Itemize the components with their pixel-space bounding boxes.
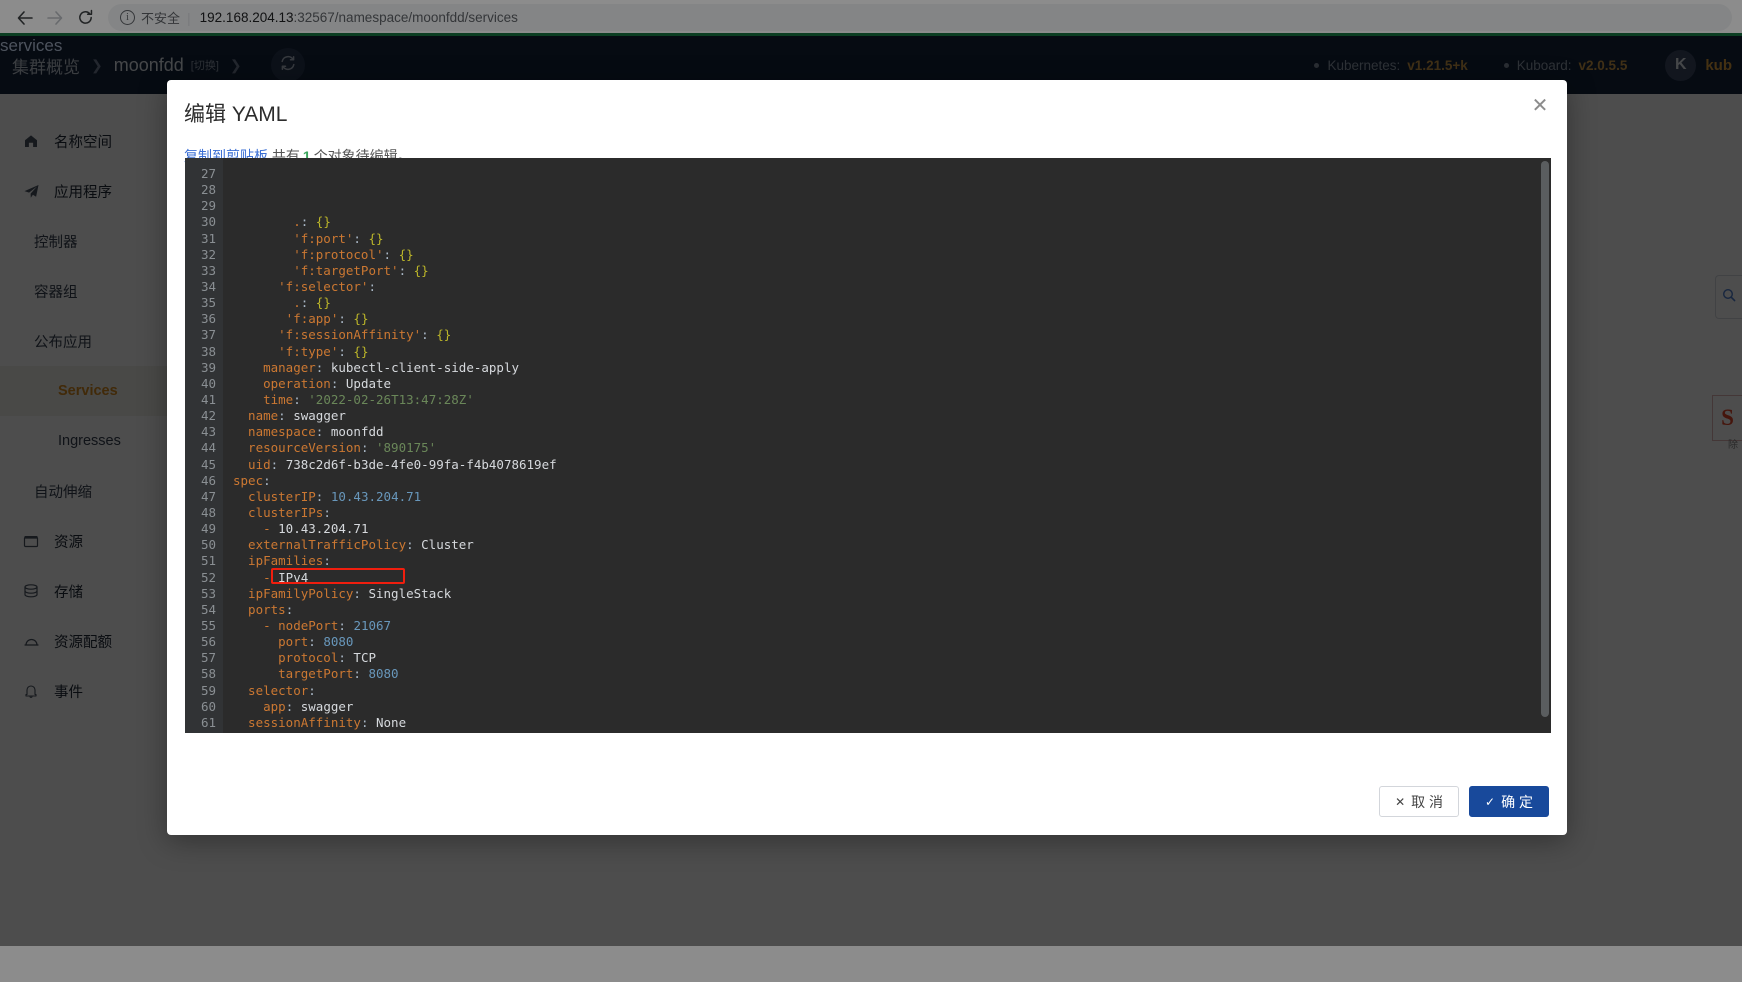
- line-number: 58: [200, 666, 216, 682]
- line-number: 37: [200, 327, 216, 343]
- line-number: 29: [200, 198, 216, 214]
- code-line: .: {}: [233, 295, 331, 311]
- dialog-footer: ✕ 取 消 ✓ 确 定: [1379, 786, 1549, 817]
- line-number: 46: [200, 472, 216, 488]
- code-line: uid: 738c2d6f-b3de-4fe0-99fa-f4b4078619e…: [233, 456, 557, 472]
- code-line: ipFamilies:: [233, 553, 331, 569]
- line-number: 36: [200, 311, 216, 327]
- line-number: 28: [200, 182, 216, 198]
- line-number: 53: [200, 585, 216, 601]
- line-number: 56: [200, 634, 216, 650]
- code-line: - IPv4: [233, 569, 309, 585]
- code-line: time: '2022-02-26T13:47:28Z': [233, 392, 474, 408]
- code-line: name: swagger: [233, 408, 346, 424]
- confirm-check-icon: ✓: [1485, 794, 1496, 809]
- line-number: 51: [200, 553, 216, 569]
- line-number: 44: [200, 440, 216, 456]
- line-number: 50: [200, 537, 216, 553]
- line-number: 35: [200, 295, 216, 311]
- line-number: 52: [200, 569, 216, 585]
- dialog-title: 编辑 YAML: [184, 103, 288, 126]
- code-line: spec:: [233, 472, 271, 488]
- line-number: 30: [200, 214, 216, 230]
- line-number: 43: [200, 424, 216, 440]
- code-line: operation: Update: [233, 375, 392, 391]
- editor-scrollbar-thumb[interactable]: [1541, 161, 1549, 717]
- yaml-code-content[interactable]: .: {} 'f:port': {} 'f:protocol': {} 'f:t…: [223, 158, 1551, 733]
- code-line: clusterIPs:: [233, 505, 331, 520]
- code-line: protocol: TCP: [233, 650, 376, 666]
- line-number: 60: [200, 698, 216, 714]
- code-line: .: {}: [233, 214, 331, 230]
- code-line: - nodePort: 21067: [233, 617, 392, 633]
- cancel-x-icon: ✕: [1395, 794, 1406, 809]
- code-line: ports:: [233, 601, 294, 617]
- code-line: resourceVersion: '890175': [233, 440, 437, 456]
- line-number: 40: [200, 375, 216, 391]
- line-number: 61: [200, 714, 216, 730]
- code-line: selector:: [233, 682, 316, 698]
- code-line: ipFamilyPolicy: SingleStack: [233, 585, 452, 601]
- code-line: 'f:port': {}: [233, 230, 384, 246]
- line-number: 39: [200, 359, 216, 375]
- line-number: 57: [200, 650, 216, 666]
- line-number: 47: [200, 488, 216, 504]
- code-line: manager: kubectl-client-side-apply: [233, 359, 520, 375]
- code-line: port: 8080: [233, 634, 354, 650]
- cancel-button[interactable]: ✕ 取 消: [1379, 786, 1460, 817]
- line-number: 34: [200, 278, 216, 294]
- line-number: 38: [200, 343, 216, 359]
- code-line: clusterIP: 10.43.204.71: [233, 488, 422, 504]
- line-number: 32: [200, 246, 216, 262]
- line-number: 41: [200, 391, 216, 407]
- editor-scrollbar[interactable]: [1541, 161, 1549, 727]
- code-line: app: swagger: [233, 698, 354, 714]
- line-number-gutter: 27 28 29 30 31 32 33 34 35 36 37 38 39 40 41 42 43 44 45 46…: [185, 158, 223, 733]
- line-number: 33: [200, 262, 216, 278]
- line-number: 27: [200, 166, 216, 181]
- code-line: 'f:sessionAffinity': {}: [233, 327, 452, 343]
- code-line: sessionAffinity: None: [233, 714, 407, 730]
- close-icon[interactable]: ✕: [1528, 94, 1552, 118]
- code-line: 'f:app': {}: [233, 311, 369, 327]
- yaml-editor[interactable]: 27 28 29 30 31 32 33 34 35 36 37 38 39 40 41 42 43 44 45 46…: [185, 158, 1551, 733]
- edit-yaml-dialog: 编辑 YAML ✕ 复制到剪贴板 共有 1 个对象待编辑。 27 28 29 30 31 32…: [167, 80, 1567, 835]
- line-number: 54: [200, 601, 216, 617]
- line-number: 55: [200, 617, 216, 633]
- line-number: 45: [200, 456, 216, 472]
- code-line: targetPort: 8080: [233, 666, 399, 682]
- line-number: 48: [200, 504, 216, 520]
- dialog-header: 编辑 YAML ✕: [167, 80, 1567, 138]
- code-line: externalTrafficPolicy: Cluster: [233, 537, 474, 553]
- confirm-button[interactable]: ✓ 确 定: [1469, 786, 1549, 817]
- code-line: 'f:type': {}: [233, 343, 369, 359]
- code-line: namespace: moonfdd: [233, 424, 384, 440]
- code-line: 'f:protocol': {}: [233, 246, 414, 262]
- line-number: 31: [200, 230, 216, 246]
- line-number: 42: [200, 408, 216, 424]
- line-number: 59: [200, 682, 216, 698]
- code-line: type: NodePort: [233, 731, 1551, 733]
- cancel-button-label: 取 消: [1411, 793, 1444, 810]
- code-line: - 10.43.204.71: [233, 521, 369, 537]
- code-line: 'f:targetPort': {}: [233, 262, 429, 278]
- line-number: 49: [200, 521, 216, 537]
- confirm-button-label: 确 定: [1501, 793, 1533, 810]
- code-line: 'f:selector':: [233, 279, 376, 295]
